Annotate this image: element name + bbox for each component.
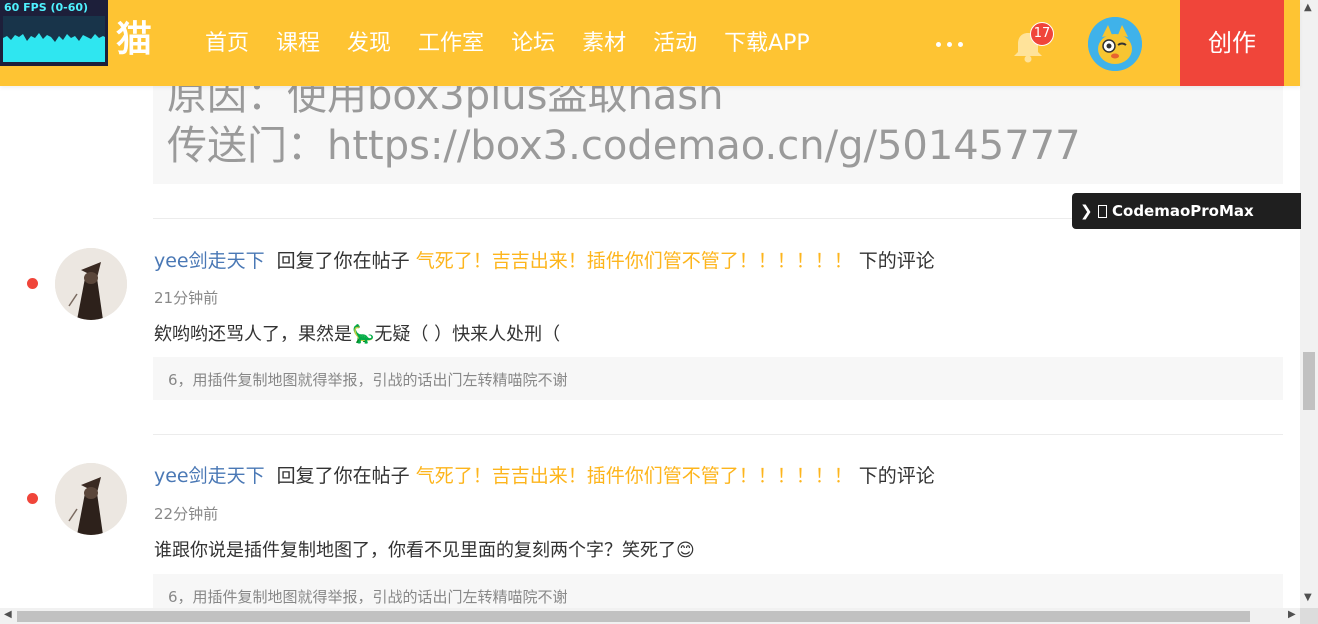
nav-events[interactable]: 活动 xyxy=(653,27,697,61)
comment-content: 欸哟哟还骂人了，果然是🦕无疑（ ）快来人处刑（ xyxy=(154,324,561,345)
main-nav: 首页 课程 发现 工作室 论坛 素材 活动 下载APP xyxy=(205,27,837,61)
action-text: 回复了你在帖子 xyxy=(276,465,410,487)
commenter-avatar[interactable] xyxy=(55,463,127,535)
nav-forum[interactable]: 论坛 xyxy=(511,27,555,61)
notification-badge: 17 xyxy=(1030,22,1054,46)
nav-materials[interactable]: 素材 xyxy=(582,27,626,61)
vertical-scrollbar[interactable]: ▲ ▼ xyxy=(1300,0,1318,608)
unread-dot xyxy=(27,278,38,289)
extension-name: CodemaoProMax xyxy=(1112,202,1254,220)
nav-courses[interactable]: 课程 xyxy=(276,27,320,61)
fps-meter: 60 FPS (0-60) xyxy=(0,0,108,66)
unread-dot xyxy=(27,493,38,504)
codemao-logo[interactable]: 猫 xyxy=(116,18,152,62)
square-icon xyxy=(1098,205,1107,218)
horizontal-scroll-thumb[interactable] xyxy=(17,611,1250,622)
scroll-right-arrow-icon[interactable]: ▶ xyxy=(1288,609,1296,620)
nav-home[interactable]: 首页 xyxy=(205,27,249,61)
commenter-username[interactable]: yee剑走天下 xyxy=(154,465,265,487)
quoted-comment-text: 6，用插件复制地图就得举报，引战的话出门左转精喵院不谢 xyxy=(168,588,568,606)
quote-link[interactable]: 传送门：https://box3.codemao.cn/g/50145777 xyxy=(167,122,1081,170)
quoted-post-content: 原因：使用box3plus盗取hash 传送门：https://box3.cod… xyxy=(153,86,1283,184)
nav-discover[interactable]: 发现 xyxy=(347,27,391,61)
scrollbar-corner xyxy=(1300,608,1318,624)
fps-label: 60 FPS (0-60) xyxy=(4,1,89,14)
quote-reason: 原因：使用box3plus盗取hash xyxy=(167,86,724,119)
timestamp: 21分钟前 xyxy=(154,289,219,307)
suffix-text: 下的评论 xyxy=(858,465,935,487)
chevron-right-icon: ❯ xyxy=(1080,202,1093,220)
commenter-username[interactable]: yee剑走天下 xyxy=(154,250,265,272)
scroll-up-arrow-icon[interactable]: ▲ xyxy=(1304,2,1312,13)
user-avatar[interactable] xyxy=(1088,17,1142,71)
post-title-link[interactable]: 气死了！吉吉出来！插件你们管不管了！！！！！！ xyxy=(416,465,853,487)
top-nav-bar: 猫 首页 课程 发现 工作室 论坛 素材 活动 下载APP 17 创作 xyxy=(0,0,1300,86)
divider xyxy=(153,434,1283,435)
vertical-scroll-thumb[interactable] xyxy=(1303,352,1315,410)
more-menu-icon[interactable] xyxy=(936,42,963,47)
fps-graph xyxy=(3,16,105,62)
create-button[interactable]: 创作 xyxy=(1180,0,1284,86)
extension-tab[interactable]: ❯ CodemaoProMax xyxy=(1072,193,1301,229)
quoted-comment[interactable]: 6，用插件复制地图就得举报，引战的话出门左转精喵院不谢 xyxy=(153,357,1283,400)
notification-headline: yee剑走天下 回复了你在帖子 气死了！吉吉出来！插件你们管不管了！！！！！！ 下… xyxy=(154,463,935,489)
nav-download-app[interactable]: 下载APP xyxy=(724,27,810,61)
comment-content: 谁跟你说是插件复制地图了，你看不见里面的复刻两个字？笑死了😊 xyxy=(154,540,695,561)
horizontal-scrollbar[interactable]: ◀ ▶ xyxy=(0,608,1300,624)
scroll-left-arrow-icon[interactable]: ◀ xyxy=(4,609,12,620)
commenter-avatar[interactable] xyxy=(55,248,127,320)
quoted-comment-text: 6，用插件复制地图就得举报，引战的话出门左转精喵院不谢 xyxy=(168,371,568,389)
timestamp: 22分钟前 xyxy=(154,505,219,523)
action-text: 回复了你在帖子 xyxy=(276,250,410,272)
post-title-link[interactable]: 气死了！吉吉出来！插件你们管不管了！！！！！！ xyxy=(416,250,853,272)
notification-headline: yee剑走天下 回复了你在帖子 气死了！吉吉出来！插件你们管不管了！！！！！！ 下… xyxy=(154,248,935,274)
suffix-text: 下的评论 xyxy=(858,250,935,272)
nav-studio[interactable]: 工作室 xyxy=(418,27,484,61)
scroll-down-arrow-icon[interactable]: ▼ xyxy=(1304,592,1312,603)
